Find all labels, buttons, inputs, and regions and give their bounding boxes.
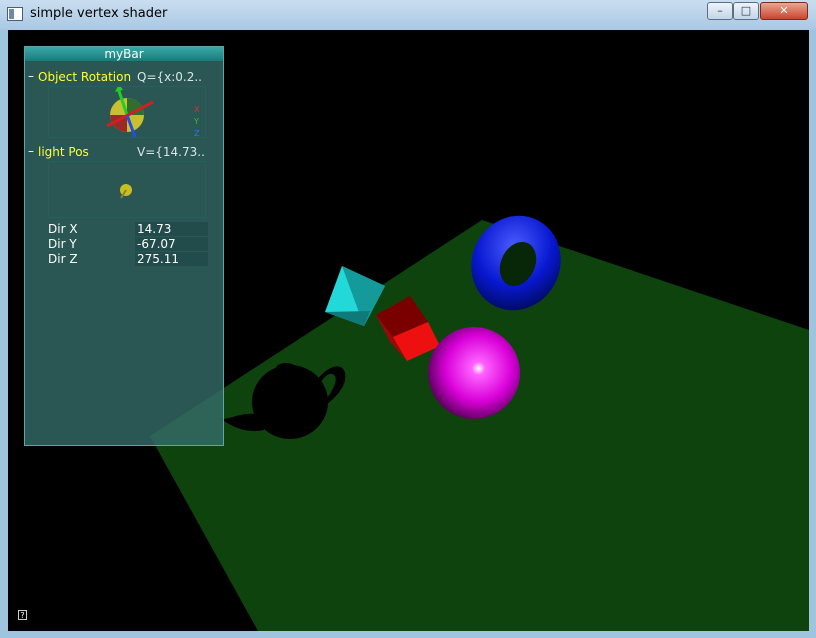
app-window: simple vertex shader – □ ✕ myBar – Objec…	[0, 0, 816, 638]
tweak-bar-title[interactable]: myBar	[25, 47, 223, 61]
light-direction-icon[interactable]	[49, 162, 207, 219]
dir-z-label: Dir Z	[48, 252, 78, 266]
title-bar[interactable]: simple vertex shader – □ ✕	[0, 0, 816, 30]
dir-y-value[interactable]: -67.07	[135, 237, 208, 251]
rotation-label: Object Rotation	[38, 70, 132, 84]
help-button[interactable]: ?	[18, 610, 27, 620]
rotation-collapse-button[interactable]: –	[28, 69, 34, 83]
light-pos-value: V={14.73..	[137, 145, 205, 159]
dir-z-value[interactable]: 275.11	[135, 252, 208, 266]
app-icon[interactable]	[7, 7, 23, 21]
render-viewport[interactable]: myBar – Object Rotation Q={x:0.2.. X Y Z	[8, 30, 809, 631]
minimize-button[interactable]: –	[707, 2, 733, 20]
maximize-button[interactable]: □	[733, 2, 759, 20]
sphere	[428, 327, 520, 419]
axis-x-label: X	[194, 105, 200, 114]
dir-x-label: Dir X	[48, 222, 78, 236]
rotation-gizmo-icon[interactable]	[49, 84, 207, 139]
axis-z-label: Z	[194, 129, 200, 138]
close-button[interactable]: ✕	[760, 2, 808, 20]
light-direction-widget[interactable]	[48, 161, 206, 218]
rotation-widget[interactable]: X Y Z	[48, 84, 207, 139]
tweak-bar[interactable]: myBar – Object Rotation Q={x:0.2.. X Y Z	[24, 46, 224, 446]
light-collapse-button[interactable]: –	[28, 144, 34, 158]
rotation-value: Q={x:0.2..	[137, 70, 202, 84]
axis-y-label: Y	[194, 117, 199, 126]
light-pos-label: light Pos	[38, 145, 89, 159]
window-title: simple vertex shader	[30, 6, 168, 21]
dir-y-label: Dir Y	[48, 237, 77, 251]
dir-x-value[interactable]: 14.73	[135, 222, 208, 236]
